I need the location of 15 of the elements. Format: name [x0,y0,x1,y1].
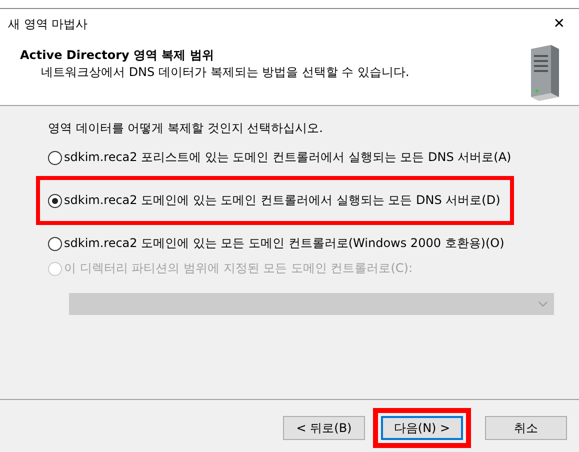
option-label[interactable]: sdkim.reca2 포리스트에 있는 도메인 컨트롤러에서 실행되는 모든 DNS 서버로(A) [64,149,512,166]
option-label[interactable]: sdkim.reca2 도메인에 있는 모든 도메인 컨트롤러로(Windows 2000 호환용)(O) [64,235,504,252]
wizard-button[interactable]: 다음(N) > [381,416,463,440]
wizard-button[interactable]: 취소 [485,416,567,440]
radio-button[interactable] [48,194,62,208]
window-title: 새 영역 마법사 [8,16,88,32]
page-subtitle: 네트워크상에서 DNS 데이터가 복제되는 방법을 선택할 수 있습니다. [40,64,410,81]
instruction-text: 영역 데이터를 어떻게 복제할 것인지 선택하십시오. [48,120,324,137]
wizard-button[interactable]: < 뒤로(B) [283,416,365,440]
radio-button[interactable] [48,150,62,164]
page-title: Active Directory 영역 복제 범위 [20,47,215,64]
close-button[interactable]: ✕ [549,16,569,32]
radio-button[interactable] [48,236,62,250]
option-label[interactable]: sdkim.reca2 도메인에 있는 도메인 컨트롤러에서 실행되는 모든 DNS 서버로(D) [64,192,500,209]
chevron-down-icon [538,301,548,307]
